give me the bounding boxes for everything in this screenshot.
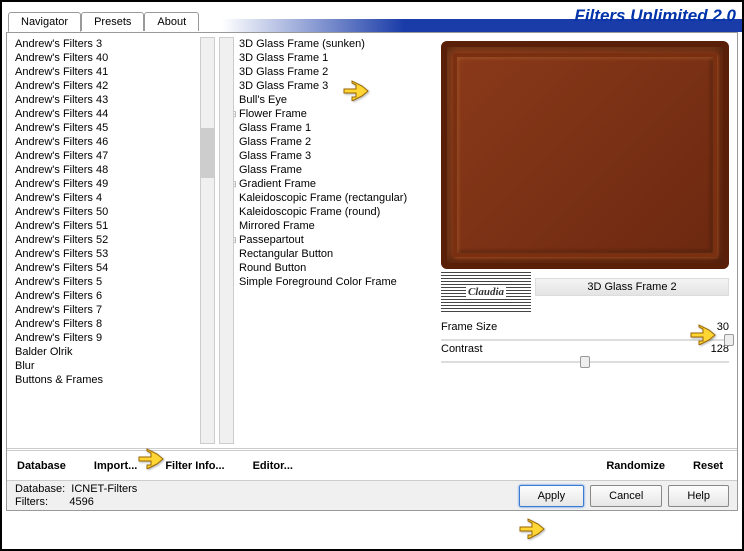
- list-item-label: 3D Glass Frame 2: [239, 66, 328, 78]
- list-item[interactable]: Simple Foreground Color Frame: [239, 275, 423, 289]
- scroll-thumb[interactable]: [201, 128, 214, 178]
- list-item[interactable]: Andrew's Filters 46: [15, 135, 215, 149]
- slider[interactable]: [441, 339, 729, 341]
- list-item[interactable]: Rectangular Button: [239, 247, 423, 261]
- list-item[interactable]: Mirrored Frame: [239, 219, 423, 233]
- param-name: Contrast: [441, 343, 483, 355]
- list-item[interactable]: 3D Glass Frame (sunken): [239, 37, 423, 51]
- slider[interactable]: [441, 361, 729, 363]
- list-item[interactable]: Andrew's Filters 53: [15, 247, 215, 261]
- list-item[interactable]: Andrew's Filters 48: [15, 163, 215, 177]
- list-item[interactable]: Kaleidoscopic Frame (rectangular): [239, 191, 423, 205]
- parameters: Frame Size 30 Contrast128: [441, 321, 729, 365]
- category-list[interactable]: Andrew's Filters 3Andrew's Filters 40And…: [7, 33, 217, 448]
- scrollbar[interactable]: [200, 37, 215, 444]
- scrollbar[interactable]: [219, 37, 234, 444]
- list-item-label: Kaleidoscopic Frame (rectangular): [239, 192, 407, 204]
- list-item-label: Glass Frame: [239, 164, 302, 176]
- list-item[interactable]: Andrew's Filters 3: [15, 37, 215, 51]
- list-item[interactable]: Glass Frame 3: [239, 149, 423, 163]
- list-item[interactable]: 3D Glass Frame 3: [239, 79, 423, 93]
- list-item[interactable]: Andrew's Filters 50: [15, 205, 215, 219]
- list-item-label: Glass Frame 3: [239, 150, 311, 162]
- param-row: Frame Size 30: [441, 321, 729, 333]
- list-item-label: Rectangular Button: [239, 248, 333, 260]
- param-row: Contrast128: [441, 343, 729, 355]
- app-title: Filters Unlimited 2.0: [574, 6, 736, 26]
- reset-button[interactable]: Reset: [693, 460, 723, 472]
- param-name: Frame Size: [441, 321, 497, 333]
- list-item-label: Gradient Frame: [239, 178, 316, 190]
- list-item[interactable]: Andrew's Filters 51: [15, 219, 215, 233]
- list-item-label: Simple Foreground Color Frame: [239, 276, 397, 288]
- list-item[interactable]: Andrew's Filters 47: [15, 149, 215, 163]
- list-item[interactable]: Andrew's Filters 4: [15, 191, 215, 205]
- list-item[interactable]: Andrew's Filters 42: [15, 79, 215, 93]
- list-item[interactable]: ⊞Flower Frame: [239, 107, 423, 121]
- list-item-label: 3D Glass Frame 1: [239, 52, 328, 64]
- list-item[interactable]: Andrew's Filters 44: [15, 107, 215, 121]
- list-item[interactable]: ⊞Passepartout: [239, 233, 423, 247]
- watermark: Claudia: [441, 272, 531, 312]
- slider-knob[interactable]: [580, 356, 590, 368]
- filter-info-button[interactable]: Filter Info...: [165, 460, 224, 472]
- list-item[interactable]: Andrew's Filters 54: [15, 261, 215, 275]
- list-item[interactable]: Glass Frame: [239, 163, 423, 177]
- list-item[interactable]: Andrew's Filters 40: [15, 51, 215, 65]
- list-item-label: Glass Frame 2: [239, 136, 311, 148]
- list-item[interactable]: Kaleidoscopic Frame (round): [239, 205, 423, 219]
- list-item-label: 3D Glass Frame 3: [239, 80, 328, 92]
- status-info: Database: ICNET-Filters Filters: 4596: [15, 483, 513, 509]
- list-item[interactable]: Andrew's Filters 45: [15, 121, 215, 135]
- list-item[interactable]: Blur: [15, 359, 215, 373]
- list-item-label: Kaleidoscopic Frame (round): [239, 206, 380, 218]
- param-value: 30: [717, 321, 729, 333]
- tab-presets[interactable]: Presets: [81, 12, 144, 31]
- help-button[interactable]: Help: [668, 485, 729, 507]
- list-item[interactable]: Bull's Eye: [239, 93, 423, 107]
- list-item[interactable]: Andrew's Filters 7: [15, 303, 215, 317]
- list-item-label: 3D Glass Frame (sunken): [239, 38, 365, 50]
- list-item[interactable]: Andrew's Filters 5: [15, 275, 215, 289]
- right-panel: Claudia 3D Glass Frame 2 Frame Size 30 Con…: [427, 33, 737, 448]
- list-item[interactable]: Balder Olrik: [15, 345, 215, 359]
- toolbar: Database Import... Filter Info... Editor…: [7, 448, 737, 480]
- list-item[interactable]: Buttons & Frames: [15, 373, 215, 387]
- selected-filter-label: 3D Glass Frame 2: [535, 278, 729, 296]
- list-item[interactable]: ⊞Gradient Frame: [239, 177, 423, 191]
- tab-navigator[interactable]: Navigator: [8, 12, 81, 32]
- list-item-label: Glass Frame 1: [239, 122, 311, 134]
- list-item[interactable]: Andrew's Filters 8: [15, 317, 215, 331]
- pointer-icon: [518, 517, 546, 544]
- tab-about[interactable]: About: [144, 12, 199, 31]
- randomize-button[interactable]: Randomize: [606, 460, 665, 472]
- preview-image: [441, 41, 729, 269]
- apply-button[interactable]: Apply: [519, 485, 585, 507]
- list-item[interactable]: Andrew's Filters 52: [15, 233, 215, 247]
- cancel-button[interactable]: Cancel: [590, 485, 662, 507]
- list-item[interactable]: Glass Frame 2: [239, 135, 423, 149]
- list-item-label: Round Button: [239, 262, 306, 274]
- status-bar: Database: ICNET-Filters Filters: 4596 Ap…: [7, 480, 737, 510]
- list-item[interactable]: Round Button: [239, 261, 423, 275]
- list-item[interactable]: Glass Frame 1: [239, 121, 423, 135]
- list-item[interactable]: Andrew's Filters 43: [15, 93, 215, 107]
- list-item-label: Bull's Eye: [239, 94, 287, 106]
- import-button[interactable]: Import...: [94, 460, 137, 472]
- list-item[interactable]: Andrew's Filters 6: [15, 289, 215, 303]
- database-button[interactable]: Database: [17, 460, 66, 472]
- tabs: Navigator Presets About: [8, 12, 199, 31]
- list-item-label: Mirrored Frame: [239, 220, 315, 232]
- list-item-label: Flower Frame: [239, 108, 307, 120]
- slider-knob[interactable]: [724, 334, 734, 346]
- list-item[interactable]: 3D Glass Frame 1: [239, 51, 423, 65]
- list-item-label: Passepartout: [239, 234, 304, 246]
- list-item[interactable]: 3D Glass Frame 2: [239, 65, 423, 79]
- list-item[interactable]: Andrew's Filters 49: [15, 177, 215, 191]
- list-item[interactable]: Andrew's Filters 9: [15, 331, 215, 345]
- editor-button[interactable]: Editor...: [253, 460, 293, 472]
- list-item[interactable]: Andrew's Filters 41: [15, 65, 215, 79]
- tab-panel: Andrew's Filters 3Andrew's Filters 40And…: [6, 32, 738, 511]
- filter-list[interactable]: 3D Glass Frame (sunken) 3D Glass Frame 1 3…: [217, 33, 427, 448]
